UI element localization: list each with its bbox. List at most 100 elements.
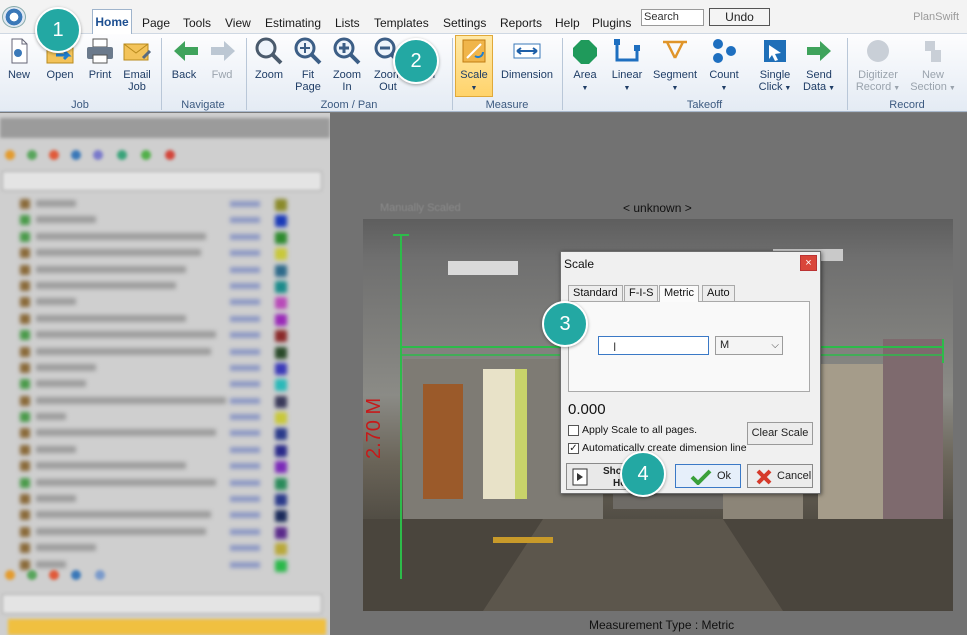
area-icon [569, 36, 601, 66]
menu-page[interactable]: Page [142, 16, 170, 30]
list-item[interactable] [0, 328, 330, 344]
list-item[interactable] [0, 492, 330, 508]
apply-all-pages-label: Apply Scale to all pages. [582, 424, 697, 436]
panel-search-input[interactable] [2, 171, 322, 191]
apply-all-pages-checkbox[interactable] [568, 425, 579, 436]
menu-plugins[interactable]: Plugins [592, 16, 631, 30]
magnifier-icon [253, 36, 285, 66]
measurement-type-label: Measurement Type : Metric [589, 618, 735, 632]
email-icon [121, 36, 153, 66]
list-item[interactable] [0, 476, 330, 492]
app-logo-icon[interactable] [2, 6, 26, 28]
new-document-icon [3, 36, 35, 66]
clear-scale-button[interactable]: Clear Scale [747, 422, 813, 445]
undo-button[interactable]: Undo [709, 8, 770, 26]
close-icon[interactable]: × [800, 255, 817, 271]
page-list [0, 197, 330, 572]
list-item[interactable] [0, 459, 330, 475]
list-item[interactable] [0, 541, 330, 557]
brand-label: PlanSwift [913, 11, 959, 23]
menu-help[interactable]: Help [555, 16, 580, 30]
list-item[interactable] [0, 394, 330, 410]
tab-standard[interactable]: Standard [568, 285, 623, 301]
panel-tab[interactable] [8, 619, 326, 635]
single-click-button[interactable]: Single Click ▼ [757, 36, 793, 95]
list-item[interactable] [0, 426, 330, 442]
list-item[interactable] [0, 213, 330, 229]
menu-reports[interactable]: Reports [500, 16, 542, 30]
send-arrow-icon [803, 36, 835, 66]
list-item[interactable] [0, 525, 330, 541]
digitizer-record-button[interactable]: Digitizer Record ▼ [855, 36, 901, 95]
list-item[interactable] [0, 345, 330, 361]
zoom-in-button[interactable]: Zoom In [331, 36, 363, 93]
scale-length-input[interactable]: I [598, 336, 709, 355]
new-button[interactable]: New [3, 36, 35, 81]
text-cursor-icon: I [613, 340, 617, 354]
list-item[interactable] [0, 312, 330, 328]
show-howto-button[interactable]: Sho Ho [566, 463, 626, 490]
arrow-left-icon [170, 36, 202, 66]
list-item[interactable] [0, 443, 330, 459]
auto-dimension-checkbox[interactable]: ✓ [568, 443, 579, 454]
list-item[interactable] [0, 197, 330, 213]
panel-notes-input[interactable] [2, 594, 322, 614]
unit-select[interactable]: M ⌵ [715, 336, 783, 355]
list-item[interactable] [0, 377, 330, 393]
scale-button[interactable]: Scale ▼ [455, 35, 493, 97]
send-data-button[interactable]: Send Data ▼ [801, 36, 837, 95]
step-badge-1: 1 [35, 7, 81, 53]
checkmark-icon [690, 469, 712, 485]
ok-button[interactable]: Ok [675, 464, 741, 488]
email-job-button[interactable]: Email Job [121, 36, 153, 93]
area-button[interactable]: Area ▼ [569, 36, 601, 95]
segment-button[interactable]: Segment ▼ [652, 36, 698, 95]
search-input[interactable]: Search [641, 9, 704, 26]
menu-settings[interactable]: Settings [443, 16, 486, 30]
group-label-job: Job [71, 99, 89, 111]
list-item[interactable] [0, 279, 330, 295]
list-item[interactable] [0, 361, 330, 377]
dropdown-arrow-icon: ▼ [581, 85, 589, 92]
menu-tools[interactable]: Tools [183, 16, 211, 30]
linear-icon [611, 36, 643, 66]
count-button[interactable]: Count ▼ [706, 36, 742, 95]
menu-lists[interactable]: Lists [335, 16, 360, 30]
new-section-button[interactable]: New Section ▼ [910, 36, 956, 95]
group-label-zoom-pan: Zoom / Pan [320, 99, 378, 111]
fit-page-button[interactable]: Fit Page [292, 36, 324, 93]
cancel-button[interactable]: Cancel [747, 464, 813, 488]
tab-fis[interactable]: F-I-S [624, 285, 659, 301]
new-section-icon [917, 36, 949, 66]
panel-bottom-toolbar [0, 563, 330, 587]
list-item[interactable] [0, 410, 330, 426]
print-button[interactable]: Print [84, 36, 116, 81]
list-item[interactable] [0, 246, 330, 262]
zoom-button[interactable]: Zoom [253, 36, 285, 81]
group-label-takeoff: Takeoff [686, 99, 723, 111]
list-item[interactable] [0, 295, 330, 311]
segment-icon [659, 36, 691, 66]
list-item[interactable] [0, 508, 330, 524]
list-item[interactable] [0, 230, 330, 246]
menu-home[interactable]: Home [92, 9, 132, 35]
dropdown-arrow-icon: ▼ [826, 85, 836, 92]
zoom-fit-icon [292, 36, 324, 66]
film-icon [572, 468, 588, 486]
group-label-record: Record [889, 99, 925, 111]
tab-metric[interactable]: Metric [659, 285, 699, 302]
tab-auto[interactable]: Auto [702, 285, 735, 301]
forward-button[interactable]: Fwd [207, 36, 237, 81]
back-button[interactable]: Back [170, 36, 198, 81]
group-label-navigate: Navigate [181, 99, 225, 111]
menu-templates[interactable]: Templates [374, 16, 429, 30]
dimension-label: 2.70 M [363, 397, 385, 459]
scale-dialog: Scale × Standard F-I-S Metric Auto I M ⌵… [560, 251, 821, 494]
menu-view[interactable]: View [225, 16, 251, 30]
step-badge-2: 2 [393, 38, 439, 84]
linear-button[interactable]: Linear ▼ [609, 36, 645, 95]
dimension-button[interactable]: Dimension [499, 36, 555, 81]
arrow-right-icon [207, 36, 239, 66]
list-item[interactable] [0, 263, 330, 279]
menu-estimating[interactable]: Estimating [265, 16, 321, 30]
